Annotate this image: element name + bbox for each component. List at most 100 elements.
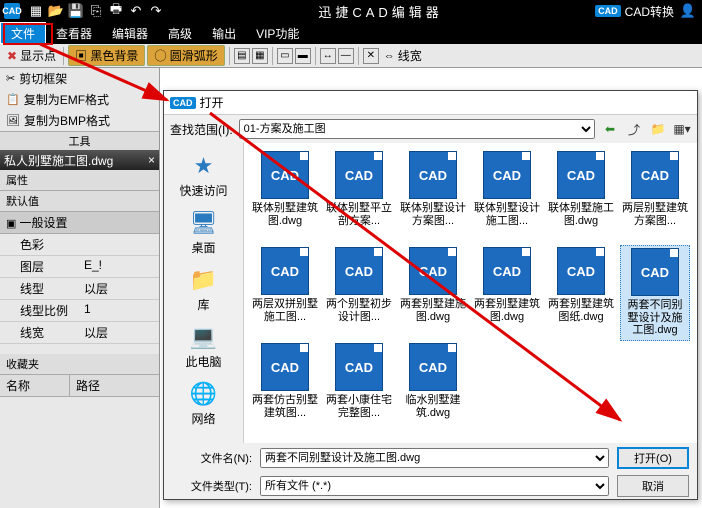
close-tab-icon[interactable]: × <box>148 153 155 167</box>
fav-columns: 名称路径 <box>0 375 159 397</box>
dialog-titlebar: CAD 打开 <box>164 91 697 115</box>
new-icon[interactable]: ▦ <box>27 2 45 20</box>
open-icon[interactable]: 📂 <box>47 2 65 20</box>
props-header: 属性 <box>0 170 159 191</box>
cad-file-icon: CAD <box>261 343 309 391</box>
linewidth-button[interactable]: ⇔ 线宽 <box>381 46 425 65</box>
scope-select[interactable]: 01-方案及施工图 <box>239 119 595 139</box>
cad-file-icon: CAD <box>335 151 383 199</box>
title-bar: CAD ▦ 📂 💾 ⎘ 🖶 ↶ ↷ 迅捷CAD编辑器 CAD CAD转换 👤 <box>0 0 702 22</box>
general-header[interactable]: ▣ 一般设置 <box>0 212 159 234</box>
copy-bmp-button[interactable]: 🖼 复制为BMP格式 <box>0 110 159 131</box>
print-icon[interactable]: 🖶 <box>107 2 125 20</box>
black-bg-button[interactable]: ▣ 黑色背景 <box>68 45 145 66</box>
redo-icon[interactable]: ↷ <box>147 2 165 20</box>
show-point-button[interactable]: ✖显示点 <box>4 46 59 65</box>
dialog-icon: CAD <box>170 97 196 109</box>
cut-frame-button[interactable]: ✂ 剪切框架 <box>0 68 159 89</box>
file-item[interactable]: CAD两套别墅建施图.dwg <box>398 245 468 341</box>
cad-file-icon: CAD <box>335 247 383 295</box>
user-icon[interactable]: 👤 <box>679 2 697 20</box>
cad-file-icon: CAD <box>409 247 457 295</box>
filename-label: 文件名(N): <box>172 450 252 466</box>
file-item[interactable]: CAD两套别墅建筑图.dwg <box>472 245 542 341</box>
back-icon[interactable]: ⬅ <box>601 120 619 138</box>
tool-header: 工具 <box>0 131 159 150</box>
dialog-title: 打开 <box>200 94 224 111</box>
menu-viewer[interactable]: 查看器 <box>46 22 102 44</box>
save-icon[interactable]: 💾 <box>67 2 85 20</box>
cad-file-icon: CAD <box>261 247 309 295</box>
place-quick[interactable]: ★快速访问 <box>164 149 243 202</box>
open-button[interactable]: 打开(O) <box>617 447 689 469</box>
copy-emf-button[interactable]: 📋 复制为EMF格式 <box>0 89 159 110</box>
cad-file-icon: CAD <box>483 151 531 199</box>
prop-row[interactable]: 色彩 <box>0 234 159 256</box>
view-icon[interactable]: ▦▾ <box>673 120 691 138</box>
tool3-icon[interactable]: ↔ <box>320 48 336 64</box>
cad-file-icon: CAD <box>557 151 605 199</box>
cancel-button[interactable]: 取消 <box>617 475 689 497</box>
menu-editor[interactable]: 编辑器 <box>102 22 158 44</box>
place-lib[interactable]: 📁库 <box>164 263 243 316</box>
cad-file-icon: CAD <box>335 343 383 391</box>
open-dialog: CAD 打开 查找范围(I): 01-方案及施工图 ⬅ ⤴ 📁 ▦▾ ★快速访问… <box>163 90 698 500</box>
tool5-icon[interactable]: ✕ <box>363 48 379 64</box>
cad-file-icon: CAD <box>409 151 457 199</box>
file-item[interactable]: CAD两套别墅建筑图纸.dwg <box>546 245 616 341</box>
cad-file-icon: CAD <box>409 343 457 391</box>
arc-button[interactable]: ◯ 圆滑弧形 <box>147 45 224 66</box>
file-item[interactable]: CAD两套小康住宅完整图... <box>324 341 394 437</box>
file-item[interactable]: CAD两套仿古别墅建筑图... <box>250 341 320 437</box>
file-item[interactable]: CAD两层双拼别墅施工图... <box>250 245 320 341</box>
cad-file-icon: CAD <box>631 248 679 296</box>
file-list[interactable]: CAD联体别墅建筑图.dwgCAD联体别墅平立剖方案...CAD联体别墅设计方案… <box>244 143 697 443</box>
place-desktop[interactable]: 🖥桌面 <box>164 206 243 259</box>
cad-file-icon: CAD <box>557 247 605 295</box>
prop-row[interactable]: 图层E_! <box>0 256 159 278</box>
file-item[interactable]: CAD联体别墅设计施工图... <box>472 149 542 245</box>
file-item[interactable]: CAD联体别墅设计方案图... <box>398 149 468 245</box>
menu-vip[interactable]: VIP功能 <box>246 22 309 44</box>
scope-label: 查找范围(I): <box>170 121 233 138</box>
saveas-icon[interactable]: ⎘ <box>87 2 105 20</box>
place-net[interactable]: 🌐网络 <box>164 377 243 430</box>
menu-output[interactable]: 输出 <box>202 22 246 44</box>
menu-file[interactable]: 文件 <box>0 22 46 44</box>
undo-icon[interactable]: ↶ <box>127 2 145 20</box>
prop-row[interactable]: 线型以层 <box>0 278 159 300</box>
layer-icon[interactable]: ▤ <box>234 48 250 64</box>
filetype-label: 文件类型(T): <box>172 478 252 494</box>
cad-file-icon: CAD <box>261 151 309 199</box>
color-icon[interactable]: ▦ <box>252 48 268 64</box>
file-item[interactable]: CAD临水别墅建筑.dwg <box>398 341 468 437</box>
default-header: 默认值 <box>0 191 159 212</box>
file-item[interactable]: CAD两套不同别墅设计及施工图.dwg <box>620 245 690 341</box>
place-pc[interactable]: 💻此电脑 <box>164 320 243 373</box>
up-icon[interactable]: ⤴ <box>625 120 643 138</box>
cad-file-icon: CAD <box>483 247 531 295</box>
fav-header: 收藏夹 <box>0 354 159 375</box>
filename-input[interactable]: 两套不同别墅设计及施工图.dwg <box>260 448 609 468</box>
file-item[interactable]: CAD联体别墅平立剖方案... <box>324 149 394 245</box>
tool4-icon[interactable]: — <box>338 48 354 64</box>
tool1-icon[interactable]: ▭ <box>277 48 293 64</box>
filetype-select[interactable]: 所有文件 (*.*) <box>260 476 609 496</box>
cad-convert-button[interactable]: CAD转换 <box>625 3 674 20</box>
file-item[interactable]: CAD两层别墅建筑方案图... <box>620 149 690 245</box>
file-item[interactable]: CAD联体别墅施工图.dwg <box>546 149 616 245</box>
file-item[interactable]: CAD两个别墅初步设计图... <box>324 245 394 341</box>
newfolder-icon[interactable]: 📁 <box>649 120 667 138</box>
left-panel: ✂ 剪切框架 📋 复制为EMF格式 🖼 复制为BMP格式 工具 私人别墅施工图.… <box>0 68 160 508</box>
prop-row[interactable]: 线宽以层 <box>0 322 159 344</box>
menu-advanced[interactable]: 高级 <box>158 22 202 44</box>
cad-file-icon: CAD <box>631 151 679 199</box>
cad-badge-icon: CAD <box>595 5 621 17</box>
document-tab[interactable]: 私人别墅施工图.dwg× <box>0 150 159 170</box>
tool2-icon[interactable]: ▬ <box>295 48 311 64</box>
file-item[interactable]: CAD联体别墅建筑图.dwg <box>250 149 320 245</box>
app-title: 迅捷CAD编辑器 <box>166 2 595 21</box>
prop-row[interactable]: 线型比例1 <box>0 300 159 322</box>
ribbon-toolbar: ✖显示点 ▣ 黑色背景 ◯ 圆滑弧形 ▤ ▦ ▭ ▬ ↔ — ✕ ⇔ 线宽 <box>0 44 702 68</box>
app-icon: CAD <box>4 3 20 19</box>
